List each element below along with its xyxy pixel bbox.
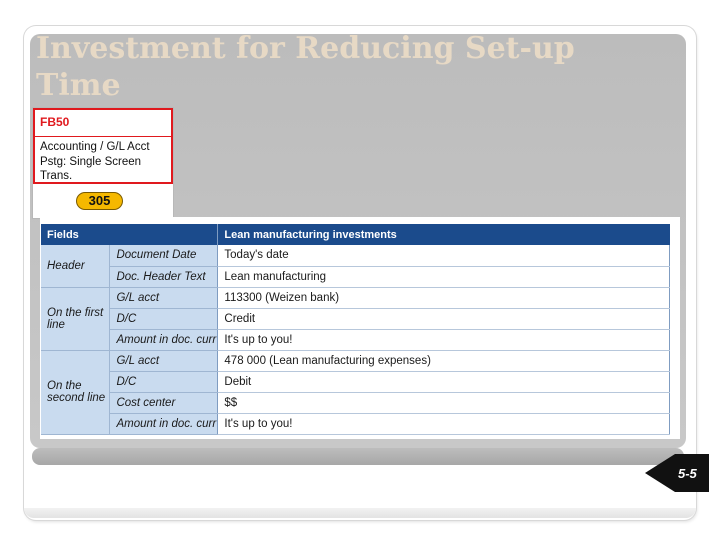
field-name: Amount in doc. curr bbox=[109, 329, 218, 351]
field-name: Document Date bbox=[109, 245, 218, 267]
field-value: 113300 (Weizen bank) bbox=[217, 287, 670, 309]
page-number: 5-5 bbox=[678, 466, 697, 481]
field-value: It's up to you! bbox=[217, 413, 670, 435]
table-header-row: Fields Lean manufacturing investments bbox=[41, 224, 670, 245]
field-value: Lean manufacturing bbox=[217, 266, 670, 288]
slide-bottom-strip bbox=[24, 508, 696, 518]
field-value: $$ bbox=[217, 392, 670, 414]
transaction-card: FB50 Accounting / G/L Acct Pstg: Single … bbox=[32, 107, 174, 219]
field-name: D/C bbox=[109, 371, 218, 393]
field-name: Doc. Header Text bbox=[109, 266, 218, 288]
table-row: On the second line G/L acct 478 000 (Lea… bbox=[41, 350, 670, 435]
menu-path-line: Accounting / G/L Acct bbox=[40, 141, 150, 153]
field-name: G/L acct bbox=[109, 287, 218, 309]
menu-path-line: Pstg: Single Screen bbox=[40, 155, 142, 168]
table-row: Cost center $$ bbox=[41, 392, 670, 414]
group-label-header: Header bbox=[41, 245, 110, 288]
arrow-tag-icon bbox=[645, 454, 709, 492]
table-row: Amount in doc. curr It's up to you! bbox=[41, 413, 670, 435]
field-name: G/L acct bbox=[109, 350, 218, 372]
slide-title: Investment for Reducing Set-up Time bbox=[36, 31, 575, 103]
table-row: On the first line G/L acct 113300 (Weize… bbox=[41, 287, 670, 351]
transaction-code: FB50 bbox=[33, 108, 173, 136]
column-header-investments: Lean manufacturing investments bbox=[217, 224, 670, 245]
table-row: Header Document Date Today's date bbox=[41, 245, 670, 288]
step-badge: 305 bbox=[76, 192, 123, 210]
group-label-second-line: On the second line bbox=[41, 350, 110, 435]
table-row: Doc. Header Text Lean manufacturing bbox=[41, 266, 670, 288]
field-value: Debit bbox=[217, 371, 670, 393]
fields-table-container: Fields Lean manufacturing investments He… bbox=[40, 217, 680, 439]
group-label-first-line: On the first line bbox=[41, 287, 110, 351]
table-row: D/C Credit bbox=[41, 308, 670, 330]
slide-footer-bar bbox=[32, 448, 684, 465]
page-number-tag bbox=[645, 454, 709, 492]
fields-table: Fields Lean manufacturing investments He… bbox=[41, 224, 670, 435]
column-header-fields: Fields bbox=[41, 224, 218, 245]
menu-path: Accounting / G/L Acct Pstg: Single Scree… bbox=[33, 136, 173, 184]
table-row: D/C Debit bbox=[41, 371, 670, 393]
field-value: Today's date bbox=[217, 245, 670, 267]
field-value: 478 000 (Lean manufacturing expenses) bbox=[217, 350, 670, 372]
field-name: D/C bbox=[109, 308, 218, 330]
field-name: Cost center bbox=[109, 392, 218, 414]
table-row: Amount in doc. curr It's up to you! bbox=[41, 329, 670, 351]
field-value: It's up to you! bbox=[217, 329, 670, 351]
field-name: Amount in doc. curr bbox=[109, 413, 218, 435]
field-value: Credit bbox=[217, 308, 670, 330]
menu-path-line: Trans. bbox=[40, 170, 73, 182]
